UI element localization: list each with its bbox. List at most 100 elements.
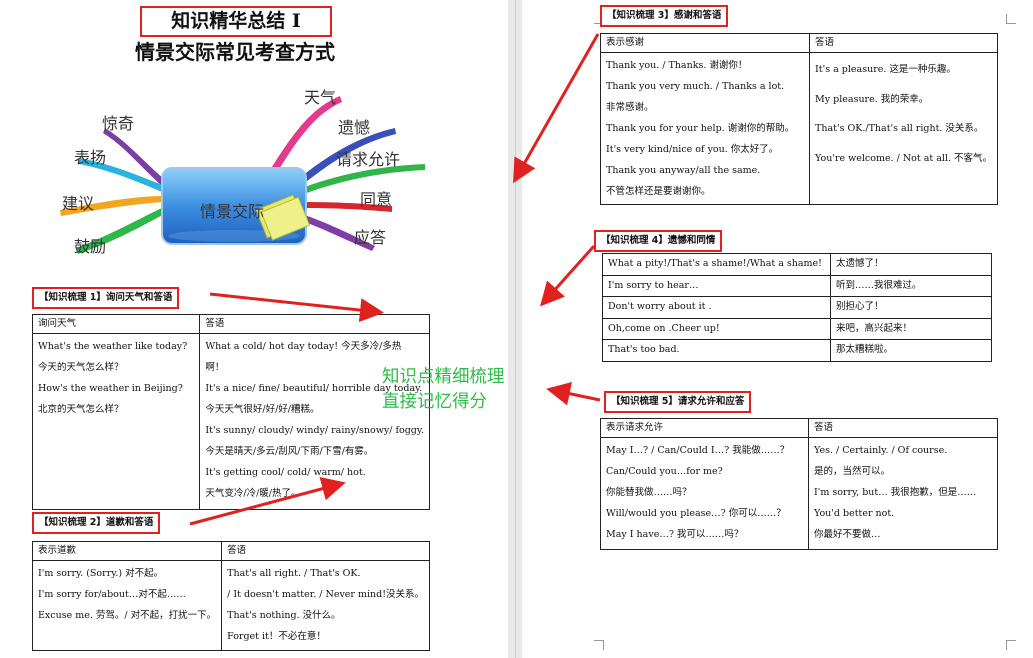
mindmap-label: 表扬 [74, 148, 107, 167]
cell-line: That's all right. / That's OK. [227, 568, 361, 579]
mindmap-label: 惊奇 [102, 114, 135, 133]
section-1-heading: 【知识梳理 1】询问天气和答语 [32, 287, 180, 309]
table-header: 答语 [221, 541, 431, 561]
section-4-table: What a pity!/That's a shame!/What a sham… [602, 253, 992, 362]
section-5-heading: 【知识梳理 5】请求允许和应答 [604, 391, 752, 413]
table-cell: That's too bad. [602, 339, 831, 362]
cell-line: My pleasure. 我的荣幸。 [815, 93, 929, 105]
cell-line: May I…? / Can/Could I…? 我能做……？ [606, 445, 790, 456]
mindmap-label: 遗憾 [338, 118, 371, 137]
cell-line: 今天的天气怎么样？ [38, 362, 124, 373]
mindmap-label: 应答 [354, 228, 387, 247]
cell-line: Forget it！不必在意！ [227, 631, 326, 642]
cell-line: 不管怎样还是要谢谢你。 [606, 186, 711, 197]
table-cell: What's the weather like today? 今天的天气怎么样？… [31, 333, 201, 510]
table-cell: I'm sorry. (Sorry.) 对不起。 I'm sorry for/a… [31, 560, 223, 651]
cell-line: 是的，当然可以。 [814, 466, 891, 477]
cell-line: Excuse me. 劳驾。/ 对不起，打扰一下。 [38, 610, 217, 621]
table-cell: May I…? / Can/Could I…? 我能做……？ Can/Could… [600, 437, 809, 550]
section-3-table: 表示感谢 答语 Thank you. / Thanks. 谢谢你！ Thank … [599, 33, 998, 205]
table-header: 询问天气 [31, 314, 201, 334]
cell-line: How's the weather in Beijing? [38, 383, 183, 394]
margin-corner-mark [1006, 14, 1016, 24]
table-cell: What a pity!/That's a shame!/What a sham… [602, 253, 831, 276]
table-cell: Oh,come on .Cheer up! [602, 317, 831, 340]
cell-line: 你最好不要做… [814, 529, 881, 540]
table-header: 表示感谢 [599, 33, 811, 53]
table-cell: It's a pleasure. 这是一种乐趣。 My pleasure. 我的… [809, 52, 998, 205]
cell-line: Can/Could you…for me? [606, 466, 723, 477]
cell-line: I'm sorry. (Sorry.) 对不起。 [38, 568, 164, 579]
cell-line: Thank you very much. / Thanks a lot. [606, 81, 785, 92]
margin-corner-mark [594, 640, 604, 650]
table-header: 答语 [808, 418, 998, 438]
cell-line: You're welcome. / Not at all. 不客气。 [815, 152, 992, 164]
cell-line: What's the weather like today? [38, 341, 188, 352]
cell-line: You'd better not. [814, 508, 895, 519]
cell-line: I'm sorry for/about…对不起…… [38, 589, 186, 600]
cell-line: It's a pleasure. 这是一种乐趣。 [815, 64, 956, 75]
cell-line: It's very kind/nice of you. 你太好了。 [606, 144, 779, 155]
cell-line: 非常感谢。 [606, 102, 654, 113]
table-row: Oh,come on .Cheer up! 来吧，高兴起来！ [602, 317, 992, 340]
summary-note-line: 直接记忆得分 [382, 392, 487, 412]
table-header: 答语 [809, 33, 998, 53]
section-2-table: 表示道歉 答语 I'm sorry. (Sorry.) 对不起。 I'm sor… [31, 541, 431, 651]
section-5-table: 表示请求允许 答语 May I…? / Can/Could I…? 我能做……？… [600, 418, 998, 550]
margin-corner-mark [1006, 640, 1016, 650]
page-title: 知识精华总结 I [140, 6, 332, 37]
mindmap-label: 鼓励 [74, 237, 107, 256]
table-row: What a pity!/That's a shame!/What a sham… [602, 253, 992, 276]
section-2-heading: 【知识梳理 2】道歉和答语 [32, 512, 161, 534]
cell-line: / It doesn't matter. / Never mind!没关系。 [227, 589, 425, 600]
page-subtitle: 情景交际常见考查方式 [135, 40, 335, 64]
table-cell: 听到……我很难过。 [830, 274, 992, 297]
table-row: I'm sorry to hear… 听到……我很难过。 [602, 274, 992, 297]
section-3-heading: 【知识梳理 3】感谢和答语 [600, 5, 729, 27]
cell-line: I'm sorry, but… 我很抱歉，但是…… [814, 487, 977, 498]
cell-line: Will/would you please…? 你可以……？ [606, 508, 786, 519]
section-1-table: 询问天气 答语 What's the weather like today? 今… [31, 314, 430, 510]
page-divider [515, 0, 516, 658]
cell-line: Thank you anyway/all the same. [606, 165, 761, 176]
cell-line: What a cold/ hot day today! 今天多冷/多热 [205, 341, 402, 352]
table-cell: 那太糟糕啦。 [830, 339, 992, 362]
cell-line: That's nothing. 没什么。 [227, 610, 341, 621]
cell-line: 你能替我做……吗？ [606, 487, 692, 498]
mindmap: 情景交际 惊奇 表扬 建议 鼓励 天气 遗憾 请求允许 同意 应答 [40, 78, 450, 278]
mindmap-label: 请求允许 [336, 150, 401, 169]
cell-line: 天气变冷/冷/暖/热了。 [205, 488, 301, 499]
cell-line: May I have…? 我可以……吗？ [606, 529, 744, 540]
table-header: 表示道歉 [31, 541, 223, 561]
mindmap-center-label: 情景交际 [200, 202, 265, 221]
mindmap-label: 天气 [304, 88, 337, 107]
table-header: 答语 [199, 314, 430, 334]
cell-line: Thank you. / Thanks. 谢谢你！ [606, 60, 748, 71]
cell-line: 北京的天气怎么样？ [38, 404, 124, 415]
right-page: 【知识梳理 3】感谢和答语 表示感谢 答语 Thank you. / Thank… [522, 0, 1033, 658]
cell-line: Yes. / Certainly. / Of course. [814, 445, 948, 456]
cell-line: It's sunny/ cloudy/ windy/ rainy/snowy/ … [205, 425, 424, 436]
table-cell: Yes. / Certainly. / Of course. 是的，当然可以。 … [808, 437, 998, 550]
summary-note: 知识点精细梳理 直接记忆得分 [382, 365, 505, 415]
cell-line: 今天是晴天/多云/刮风/下雨/下雪/有雾。 [205, 446, 374, 457]
table-header: 表示请求允许 [600, 418, 809, 438]
summary-note-line: 知识点精细梳理 [382, 367, 505, 387]
table-cell: Don't worry about it . [602, 296, 831, 319]
table-row: That's too bad. 那太糟糕啦。 [602, 339, 992, 362]
table-cell: 太遗憾了！ [830, 253, 992, 276]
table-cell: I'm sorry to hear… [602, 274, 831, 297]
section-4-heading: 【知识梳理 4】遗憾和同情 [594, 230, 723, 252]
cell-line: It's getting cool/ cold/ warm/ hot. [205, 467, 366, 478]
cell-line: That's OK./That's all right. 没关系。 [815, 123, 984, 134]
table-cell: What a cold/ hot day today! 今天多冷/多热 啊！ I… [199, 333, 430, 510]
mindmap-label: 建议 [62, 194, 95, 213]
table-row: Don't worry about it . 别担心了！ [602, 296, 992, 319]
table-cell: 来吧，高兴起来！ [830, 317, 992, 340]
mindmap-label: 同意 [360, 190, 393, 209]
table-cell: That's all right. / That's OK. / It does… [221, 560, 431, 651]
table-cell: 别担心了！ [830, 296, 992, 319]
table-cell: Thank you. / Thanks. 谢谢你！ Thank you very… [599, 52, 811, 205]
left-page: 知识精华总结 I 情景交际常见考查方式 情景交际 惊奇 表扬 建议 鼓励 天气 … [0, 0, 508, 658]
cell-line: Thank you for your help. 谢谢你的帮助。 [606, 123, 795, 134]
